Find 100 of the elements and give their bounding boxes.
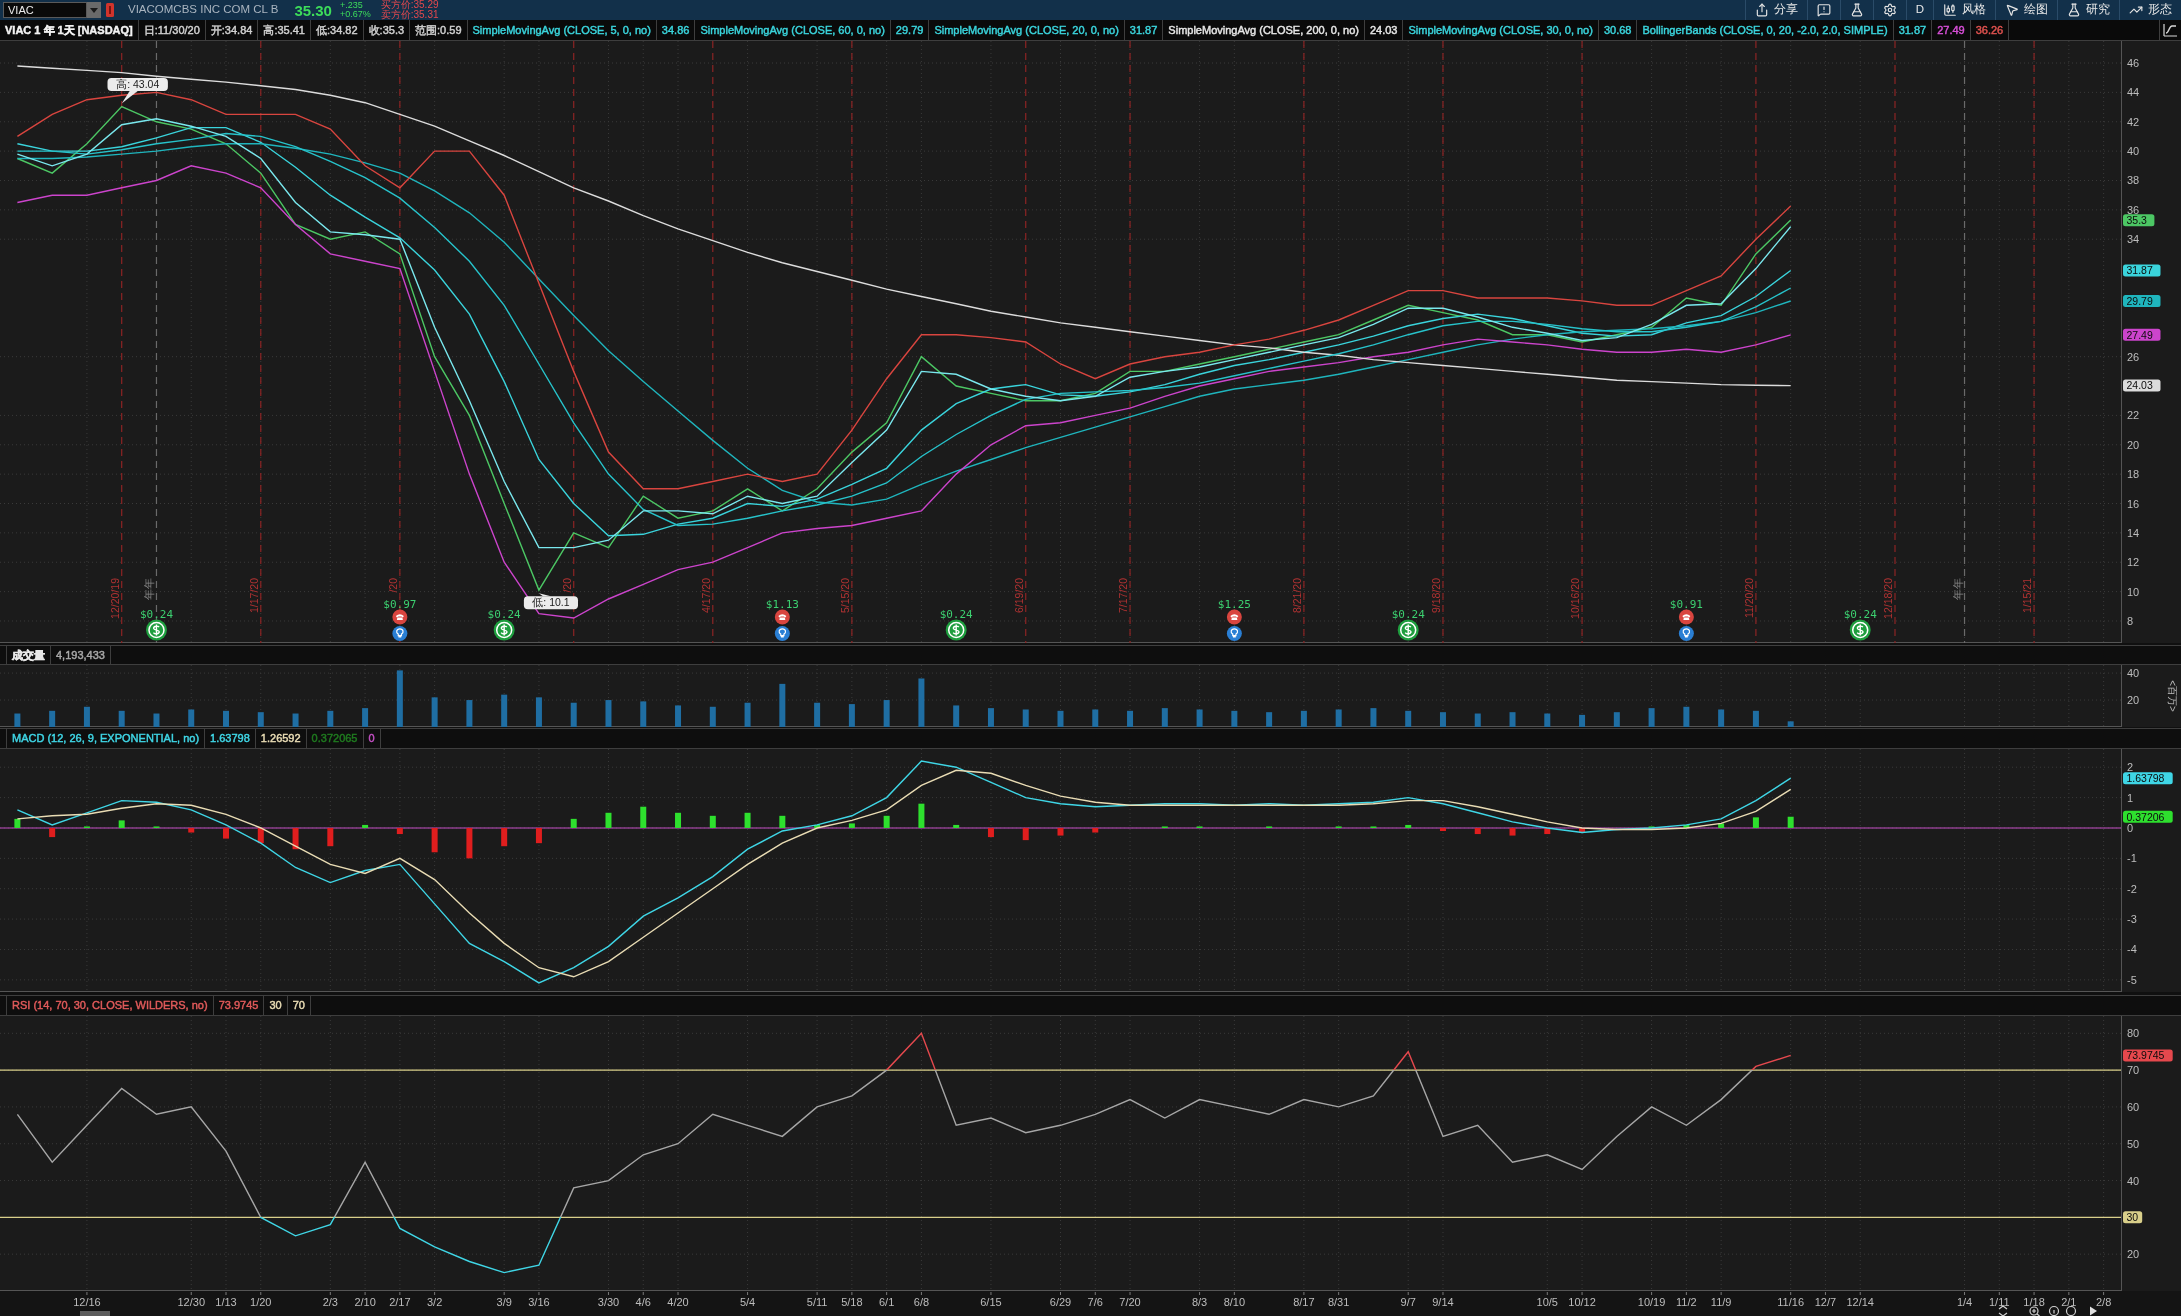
study-value: 29.79 <box>890 20 930 40</box>
axis-label: 36 <box>2127 203 2140 216</box>
axis-label: 10 <box>2127 585 2140 598</box>
dollar-coin-icon <box>1849 619 1871 641</box>
date-label: 12/7 <box>1814 1296 1837 1308</box>
axis-label: 2 <box>2127 761 2134 774</box>
date-label: 1/13 <box>215 1296 237 1308</box>
expiration-date: 8/21/20 <box>1290 578 1303 614</box>
chevrons-icon[interactable] <box>1998 1305 2008 1316</box>
axis-label: 42 <box>2127 115 2140 128</box>
caret-icon <box>90 7 98 13</box>
annotation: 低: 10.1 <box>532 596 570 609</box>
earnings-amount: $1.25 <box>1217 597 1251 611</box>
flask-icon <box>2067 3 2081 17</box>
axis-label: -5 <box>2127 973 2137 986</box>
axis-label: 14 <box>2127 526 2140 539</box>
date-label: 2/1 <box>2061 1296 2077 1308</box>
price-change: +.235 <box>339 1 364 10</box>
date-label: 4/20 <box>667 1296 689 1308</box>
axis-label: 40 <box>2127 145 2140 158</box>
axis-label: 20 <box>2127 438 2140 451</box>
phone-icon <box>1226 609 1242 625</box>
lightbulb-icon <box>1678 626 1694 641</box>
dividend-amount: $0.24 <box>939 608 973 621</box>
bid-price: 买方价:35.29 <box>380 0 439 10</box>
date-label: 6/8 <box>913 1296 930 1308</box>
chart-title: VIAC 1 年 1天 [NASDAQ] <box>0 20 139 40</box>
date-label: 8/3 <box>1191 1296 1208 1308</box>
axis-label: 40 <box>2127 667 2140 680</box>
date-label: 1/18 <box>2023 1296 2045 1308</box>
dollar-coin-icon <box>145 619 167 641</box>
dollar-coin-icon <box>493 619 515 641</box>
study-label: BollingerBands (CLOSE, 0, 20, -2.0, 2.0, SIMPLE) <box>1637 20 1894 40</box>
date-label: 10/19 <box>1637 1296 1666 1308</box>
quote-field: 高:35.41 <box>258 20 311 40</box>
lightbulb-icon <box>774 626 790 641</box>
high-price-callout: 高: 43.04 <box>107 78 168 104</box>
study-label: SimpleMovingAvg (CLOSE, 60, 0, no) <box>695 20 891 40</box>
axis-label: -4 <box>2127 943 2137 956</box>
info-icon[interactable] <box>2048 1305 2060 1316</box>
study-value: 31.87 <box>1893 20 1933 40</box>
earnings-amount: $0.91 <box>1669 597 1703 611</box>
expiration-date: /20 <box>386 578 399 593</box>
expiration-date: 4/17/20 <box>699 578 712 614</box>
symbol-field[interactable]: VIAC <box>3 2 87 18</box>
dollar-coin-icon <box>1397 619 1419 641</box>
date-label: 2/3 <box>322 1296 338 1308</box>
value-tag: 31.87 <box>2123 264 2161 277</box>
date-label: 11/2 <box>1676 1296 1697 1308</box>
axis-label: 46 <box>2127 57 2140 69</box>
axis-label: 70 <box>2127 1064 2140 1077</box>
lightbulb-icon <box>1226 626 1242 641</box>
expiration-date: 6/19/20 <box>1012 578 1025 614</box>
study-label: SimpleMovingAvg (CLOSE, 30, 0, no) <box>1403 20 1599 40</box>
value-tag: 1.63798 <box>2123 771 2173 785</box>
date-label: 11/9 <box>1710 1296 1732 1308</box>
axis-label: 16 <box>2127 497 2140 510</box>
axis-label: 44 <box>2127 86 2140 99</box>
year-label: 年年 <box>143 578 156 600</box>
axis-unit-label: <百万> <box>2167 680 2178 712</box>
expiration-date: 1/17/20 <box>247 578 260 614</box>
study-value: 73.9745 <box>213 996 265 1015</box>
axis-label: 1 <box>2127 791 2134 804</box>
date-label: 8/10 <box>1223 1296 1246 1308</box>
axis-label: 20 <box>2127 1248 2140 1261</box>
axis-label: 26 <box>2127 350 2140 363</box>
play-icon[interactable] <box>2090 1306 2097 1316</box>
axis-label: 22 <box>2127 409 2140 422</box>
date-label: 9/7 <box>1400 1296 1416 1308</box>
date-label: 7/20 <box>1119 1296 1141 1308</box>
study-value: 27.49 <box>1932 20 1971 40</box>
axis-label: -3 <box>2127 913 2137 926</box>
dividend-amount: $0.24 <box>1843 608 1877 621</box>
date-label: 8/31 <box>1327 1296 1350 1308</box>
zoom-in-icon[interactable] <box>2029 1306 2041 1316</box>
study-value: 24.03 <box>1364 20 1404 40</box>
date-label: 2/8 <box>2095 1296 2112 1308</box>
study-label: SimpleMovingAvg (CLOSE, 5, 0, no) <box>467 20 657 40</box>
scrollbar-thumb[interactable] <box>80 1311 110 1316</box>
study-value: 0 <box>363 729 381 748</box>
lightbulb-icon <box>392 626 408 641</box>
study-title: MACD (12, 26, 9, EXPONENTIAL, no) <box>7 729 206 748</box>
last-price: 35.30 <box>294 2 332 18</box>
dropdown-button[interactable] <box>87 2 101 18</box>
date-label: 5/11 <box>806 1296 828 1308</box>
dividend-amount: $0.24 <box>487 608 521 621</box>
study-value: 30.68 <box>1598 20 1638 40</box>
phone-icon <box>392 609 408 625</box>
date-label: 7/6 <box>1087 1296 1103 1308</box>
axis-label: 18 <box>2127 468 2140 481</box>
study-label: SimpleMovingAvg (CLOSE, 20, 0, no) <box>929 20 1125 40</box>
study-value: 1.26592 <box>255 729 307 748</box>
study-value: 70 <box>287 996 311 1015</box>
date-label: 6/15 <box>980 1296 1002 1308</box>
tag-icon <box>106 3 114 17</box>
date-label: 3/9 <box>496 1296 512 1308</box>
expiration-date: 10/16/20 <box>1569 578 1582 619</box>
axis-label: 80 <box>2127 1027 2140 1040</box>
dividend-amount: $0.24 <box>139 608 174 621</box>
quote-field: 日:11/30/20 <box>138 20 206 40</box>
